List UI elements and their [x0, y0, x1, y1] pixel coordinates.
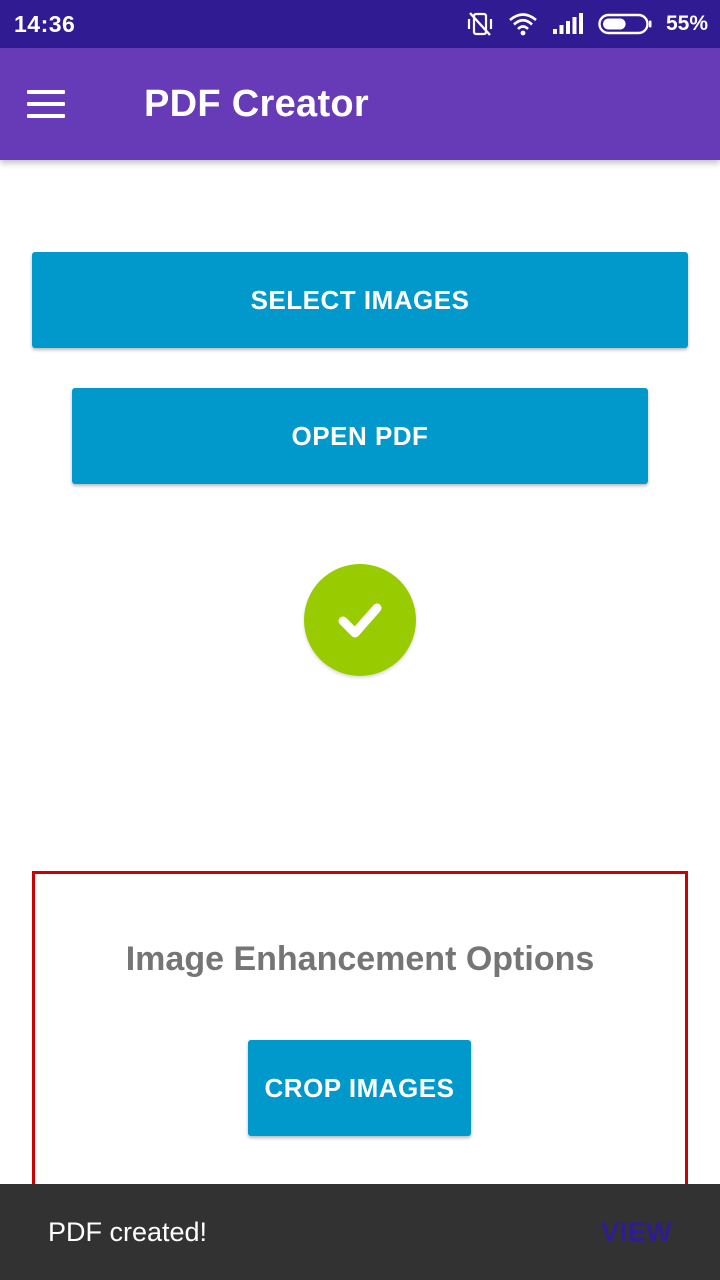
signal-icon [552, 13, 584, 35]
battery-percent: 55% [665, 12, 708, 35]
status-icons: 55% [466, 0, 708, 48]
check-circle-icon [304, 564, 416, 676]
snackbar-message: PDF created! [48, 1216, 208, 1247]
open-pdf-button[interactable]: OPEN PDF [72, 388, 648, 484]
select-images-button[interactable]: SELECT IMAGES [32, 252, 688, 348]
status-time: 14:36 [14, 10, 76, 37]
page-title: PDF Creator [144, 82, 370, 125]
hamburger-menu-icon [27, 90, 65, 118]
crop-images-button[interactable]: CROP IMAGES [248, 1040, 471, 1136]
battery-icon [598, 13, 652, 35]
app-bar: PDF Creator [0, 48, 720, 160]
vibrate-off-icon [466, 11, 494, 37]
snackbar-view-button[interactable]: VIEW [601, 1217, 672, 1248]
wifi-icon [508, 12, 538, 36]
enhancement-title: Image Enhancement Options [125, 940, 595, 978]
menu-button[interactable] [0, 48, 112, 160]
snackbar: PDF created! VIEW [0, 1184, 720, 1280]
screen: 14:36 55% PDF Creator SELECT IMAGES OPEN… [0, 0, 720, 1280]
status-bar: 14:36 55% [0, 0, 720, 48]
